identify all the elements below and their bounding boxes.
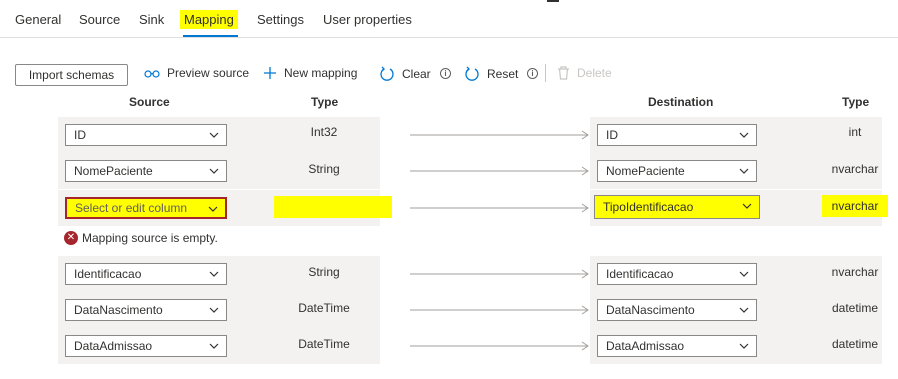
chevron-down-icon [209,271,219,277]
dropdown-value: DataNascimento [74,303,163,317]
mapping-arrow [410,269,589,279]
type-column-header-2: Type [842,95,870,109]
destination-type: datetime [831,301,879,315]
error-text: Mapping source is empty. [82,231,218,245]
clear-label: Clear [402,67,431,81]
tab-sink[interactable]: Sink [139,12,164,27]
tab-source[interactable]: Source [79,12,120,27]
destination-column-dropdown[interactable]: NomePaciente [597,160,757,182]
dropdown-value: DataAdmissao [606,339,685,353]
preview-source-label: Preview source [167,66,250,80]
error-message: ✕ Mapping source is empty. [64,231,218,245]
reset-button[interactable]: Reset [464,66,518,82]
source-column-dropdown[interactable]: DataNascimento [65,299,227,321]
chevron-down-icon [209,307,219,313]
dropdown-value: NomePaciente [606,164,685,178]
destination-column-header: Destination [648,95,714,109]
type-column-header: Type [311,95,339,109]
source-type: String [308,265,340,279]
source-column-dropdown[interactable]: DataAdmissao [65,335,227,357]
source-column-header: Source [129,95,170,109]
dropdown-value: Identificacao [74,267,142,281]
chevron-down-icon [209,168,219,174]
tab-general[interactable]: General [15,12,61,27]
refresh-icon [464,66,480,82]
source-column-dropdown[interactable]: NomePaciente [65,160,227,182]
source-type: DateTime [298,301,350,315]
destination-column-dropdown[interactable]: DataNascimento [597,299,757,321]
mapping-arrow [410,130,589,140]
source-column-dropdown[interactable]: Select or edit column [65,197,227,219]
toolbar-divider [545,64,546,82]
new-mapping-label: New mapping [284,66,358,80]
chevron-down-icon [739,271,749,277]
source-type [274,196,392,218]
source-type: String [308,162,340,176]
chevron-down-icon [209,132,219,138]
dropdown-value: Identificacao [606,267,674,281]
new-mapping-button[interactable]: New mapping [263,66,357,80]
chevron-down-icon [739,168,749,174]
reset-label: Reset [487,67,519,81]
glasses-icon [144,68,160,78]
source-column-dropdown[interactable]: Identificacao [65,263,227,285]
dropdown-value: ID [74,128,86,142]
trash-icon [557,66,570,80]
destination-column-dropdown[interactable]: ID [597,124,757,146]
tab-mapping[interactable]: Mapping [180,10,238,29]
plus-icon [263,66,277,80]
error-icon: ✕ [64,231,78,245]
chevron-down-icon [739,343,749,349]
mapping-arrow [410,341,589,351]
chevron-down-icon [208,206,218,212]
delete-button[interactable]: Delete [557,66,612,80]
dropdown-value: ID [606,128,618,142]
destination-column-dropdown[interactable]: Identificacao [597,263,757,285]
import-schemas-button[interactable]: Import schemas [15,64,128,86]
destination-type: nvarchar [822,195,888,217]
chevron-down-icon [742,203,752,209]
clear-button[interactable]: Clear [379,66,431,82]
destination-type: nvarchar [831,265,879,279]
active-tab-indicator [183,35,238,37]
destination-column-dropdown[interactable]: DataAdmissao [597,335,757,357]
preview-source-button[interactable]: Preview source [144,66,249,80]
destination-column-dropdown[interactable]: TipoIdentificacao [594,195,760,219]
mapping-arrow [410,166,589,176]
mapping-arrow [410,203,589,213]
source-type: Int32 [310,125,338,139]
mapping-toolbar: Import schemas Preview source New mappin… [0,60,898,88]
mapping-arrow [410,305,589,315]
tab-bar: General Source Sink Mapping Settings Use… [0,0,898,38]
dropdown-value: NomePaciente [74,164,153,178]
delete-label: Delete [577,66,612,80]
dropdown-value: TipoIdentificacao [603,200,694,214]
source-column-dropdown[interactable]: ID [65,124,227,146]
chevron-down-icon [739,132,749,138]
destination-type: nvarchar [831,162,879,176]
dropdown-placeholder: Select or edit column [75,201,188,215]
dropdown-value: DataNascimento [606,303,695,317]
dropdown-value: DataAdmissao [74,339,153,353]
destination-type: int [848,125,862,139]
tab-user-properties[interactable]: User properties [323,12,412,27]
tab-settings[interactable]: Settings [257,12,304,27]
destination-type: datetime [831,337,879,351]
refresh-icon [379,66,395,82]
source-type: DateTime [298,337,350,351]
clear-info-icon[interactable]: i [440,68,451,79]
chevron-down-icon [739,307,749,313]
chevron-down-icon [209,343,219,349]
reset-info-icon[interactable]: i [527,68,538,79]
